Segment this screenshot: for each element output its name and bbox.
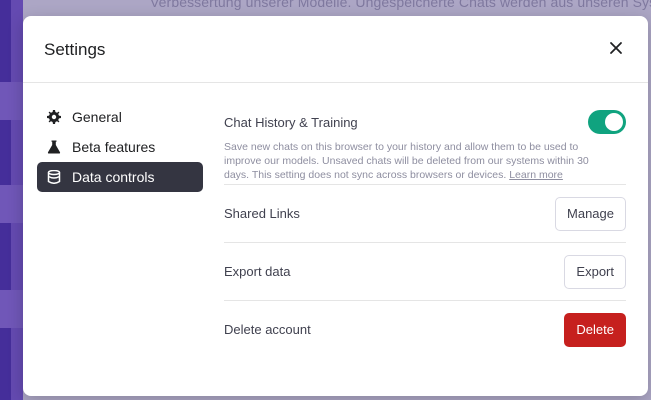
close-button[interactable] [606, 38, 626, 58]
delete-account-label: Delete account [224, 322, 311, 337]
delete-account-setting: Delete account Delete [224, 301, 626, 358]
sidebar-item-general[interactable]: General [37, 102, 203, 132]
chat-history-description: Save new chats on this browser to your h… [224, 141, 589, 181]
close-icon [610, 42, 622, 54]
manage-button[interactable]: Manage [555, 196, 626, 231]
sidebar-item-label: General [72, 109, 122, 125]
shared-links-setting: Shared Links Manage [224, 185, 626, 243]
delete-button[interactable]: Delete [564, 312, 626, 347]
gear-icon [47, 110, 61, 124]
dialog-title: Settings [44, 40, 106, 59]
chat-history-setting: Chat History & Training Save new chats o… [224, 98, 626, 185]
settings-dialog: Settings General Beta features Data cont… [23, 16, 648, 396]
flask-icon [47, 140, 61, 154]
sidebar-item-data-controls[interactable]: Data controls [37, 162, 203, 192]
toggle-knob [605, 113, 623, 131]
learn-more-link[interactable]: Learn more [509, 169, 563, 181]
sidebar-item-label: Data controls [72, 169, 155, 185]
chat-history-toggle[interactable] [588, 110, 626, 134]
shared-links-label: Shared Links [224, 206, 300, 221]
export-data-label: Export data [224, 264, 291, 279]
settings-sidebar: General Beta features Data controls [37, 102, 203, 192]
database-icon [47, 170, 61, 184]
sidebar-item-label: Beta features [72, 139, 156, 155]
export-data-setting: Export data Export [224, 243, 626, 301]
chat-history-label: Chat History & Training [224, 114, 358, 130]
sidebar-item-beta-features[interactable]: Beta features [37, 132, 203, 162]
data-controls-panel: Chat History & Training Save new chats o… [224, 98, 626, 358]
export-button[interactable]: Export [564, 254, 626, 289]
dialog-header: Settings [23, 16, 648, 83]
